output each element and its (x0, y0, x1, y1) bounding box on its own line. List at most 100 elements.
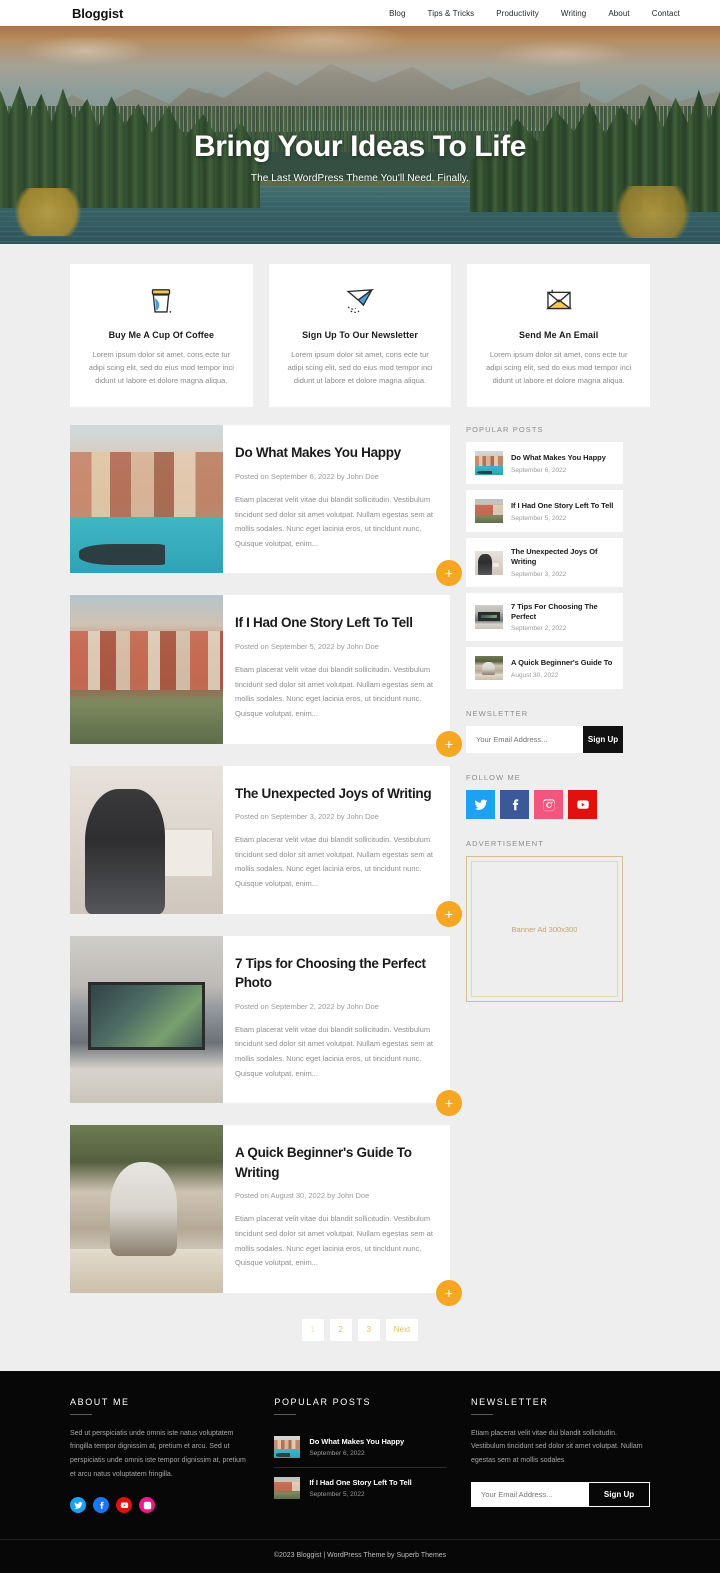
pagination-page-1[interactable]: 1 (301, 1318, 324, 1341)
feature-card-newsletter[interactable]: Sign Up To Our Newsletter Lorem ipsum do… (268, 264, 452, 408)
footer-email-input[interactable] (471, 1481, 588, 1507)
hillside-town-photo[interactable] (70, 595, 223, 744)
sidebar-popular-title[interactable]: If I Had One Story Left To Tell (511, 501, 613, 511)
hillside-town-photo (475, 499, 503, 524)
post-excerpt: Etiam placerat velit vitae dui blandit s… (235, 494, 434, 548)
sidebar-popular-date: September 2, 2022 (511, 625, 567, 633)
sidebar-popular-item[interactable]: A Quick Beginner's Guide To August 30, 2… (466, 647, 623, 690)
sidebar-popular-date: September 3, 2022 (511, 570, 567, 578)
sidebar-popular-title[interactable]: Do What Makes You Happy (511, 453, 606, 463)
sidebar-popular-title[interactable]: The Unexpected Joys Of Writing (511, 547, 614, 567)
sidebar-ad-heading: ADVERTISEMENT (466, 839, 544, 849)
nav-item-tips-tricks[interactable]: Tips & Tricks (428, 9, 475, 18)
woman-writing-laptop-photo[interactable] (70, 765, 223, 914)
footer-about-heading: ABOUT ME (70, 1396, 130, 1407)
feature-text: Lorem ipsum dolor sit amet, cons ecte tu… (287, 350, 433, 386)
post-title[interactable]: The Unexpected Joys of Writing (235, 784, 434, 804)
post-excerpt: Etiam placerat velit vitae dui blandit s… (235, 1214, 434, 1268)
read-more-plus-button[interactable]: + (436, 1279, 462, 1306)
instagram-icon[interactable] (139, 1497, 155, 1514)
post-card[interactable]: 7 Tips for Choosing the Perfect Photo Po… (70, 935, 462, 1117)
footer-popular-item[interactable]: If I Had One Story Left To Tell Septembe… (274, 1466, 447, 1508)
page-root: Bloggist Blog Tips & Tricks Productivity… (0, 0, 720, 1573)
nav-item-contact[interactable]: Contact (652, 9, 680, 18)
feature-card-coffee[interactable]: Buy Me A Cup Of Coffee Lorem ipsum dolor… (70, 264, 253, 408)
site-logo[interactable]: Bloggist (72, 6, 123, 21)
sidebar-popular-item[interactable]: 7 Tips For Choosing The Perfect Septembe… (466, 592, 623, 642)
post-card[interactable]: If I Had One Story Left To Tell Posted o… (70, 595, 462, 757)
footer-newsletter-text: Etiam placerat velit vitae dui blandit s… (471, 1429, 643, 1465)
sidebar-follow-widget: FOLLOW ME (466, 773, 623, 820)
pagination-next[interactable]: Next (385, 1318, 419, 1341)
footer-signup-button[interactable]: Sign Up (588, 1481, 650, 1507)
desk-monitor-photos-photo[interactable] (70, 935, 223, 1104)
banner-ad-placeholder[interactable]: Banner Ad 300x300 (466, 856, 623, 1003)
facebook-icon[interactable] (93, 1497, 109, 1514)
footer-popular-title[interactable]: Do What Makes You Happy (309, 1437, 404, 1446)
post-body: 7 Tips for Choosing the Perfect Photo Po… (223, 936, 450, 1104)
footer-popular-item[interactable]: Do What Makes You Happy September 6, 202… (274, 1427, 447, 1467)
twitter-icon[interactable] (70, 1497, 86, 1514)
main-content-area: Buy Me A Cup Of Coffee Lorem ipsum dolor… (0, 244, 720, 1371)
read-more-plus-button[interactable]: + (436, 900, 462, 927)
post-title[interactable]: 7 Tips for Choosing the Perfect Photo (235, 954, 434, 993)
sidebar-signup-button[interactable]: Sign Up (583, 726, 623, 754)
venice-canal-photo (475, 451, 503, 476)
post-title[interactable]: If I Had One Story Left To Tell (235, 613, 434, 633)
post-body: A Quick Beginner's Guide To Writing Post… (223, 1125, 450, 1293)
footer-heading-rule (471, 1413, 493, 1415)
facebook-icon[interactable] (500, 790, 529, 820)
hero-content: Bring Your Ideas To Life The Last WordPr… (0, 130, 720, 184)
nav-item-blog[interactable]: Blog (389, 9, 405, 18)
woman-writing-laptop-photo (475, 550, 503, 575)
footer-newsletter-widget: NEWSLETTER Etiam placerat velit vitae du… (471, 1397, 650, 1514)
sidebar-popular-title[interactable]: A Quick Beginner's Guide To (511, 658, 612, 668)
coffee-cup-icon (86, 282, 237, 318)
youtube-icon[interactable] (568, 790, 597, 820)
sidebar-popular-date: August 30, 2022 (511, 671, 559, 679)
content-container: Buy Me A Cup Of Coffee Lorem ipsum dolor… (70, 264, 651, 1371)
footer-copyright: ©2023 Bloggist | WordPress Theme by Supe… (0, 1539, 720, 1573)
post-meta: Posted on September 3, 2022 by John Doe (235, 812, 379, 822)
nav-item-productivity[interactable]: Productivity (496, 9, 539, 18)
post-title[interactable]: Do What Makes You Happy (235, 443, 434, 463)
person-writing-notebook-photo[interactable] (70, 1125, 223, 1293)
sidebar-popular-item[interactable]: If I Had One Story Left To Tell Septembe… (466, 490, 623, 533)
post-title[interactable]: A Quick Beginner's Guide To Writing (235, 1143, 434, 1182)
post-list: Do What Makes You Happy Posted on Septem… (70, 425, 462, 1314)
person-writing-notebook-photo (475, 656, 503, 681)
feature-title: Buy Me A Cup Of Coffee (108, 330, 215, 340)
sidebar-follow-heading: FOLLOW ME (466, 773, 521, 783)
post-card[interactable]: A Quick Beginner's Guide To Writing Post… (70, 1125, 462, 1306)
read-more-plus-button[interactable]: + (436, 730, 462, 757)
footer-heading-rule (274, 1413, 297, 1415)
post-body: If I Had One Story Left To Tell Posted o… (223, 595, 450, 743)
content-columns: Do What Makes You Happy Posted on Septem… (70, 425, 650, 1314)
nav-item-writing[interactable]: Writing (561, 9, 586, 18)
instagram-icon[interactable] (534, 790, 563, 820)
sidebar-social-links (466, 790, 623, 820)
sidebar-email-input[interactable] (466, 726, 583, 754)
banner-ad-label: Banner Ad 300x300 (511, 924, 578, 934)
twitter-icon[interactable] (466, 790, 495, 820)
hero-title: Bring Your Ideas To Life (193, 130, 527, 163)
read-more-plus-button[interactable]: + (436, 560, 462, 587)
post-card[interactable]: The Unexpected Joys of Writing Posted on… (70, 765, 462, 927)
nav-item-about[interactable]: About (608, 9, 629, 18)
post-meta: Posted on September 6, 2022 by John Doe (235, 471, 379, 481)
feature-card-email[interactable]: Send Me An Email Lorem ipsum dolor sit a… (467, 264, 651, 408)
sidebar-popular-item[interactable]: The Unexpected Joys Of Writing September… (466, 538, 623, 587)
pagination-page-3[interactable]: 3 (357, 1318, 380, 1341)
envelope-icon (483, 282, 634, 318)
footer-popular-title[interactable]: If I Had One Story Left To Tell (309, 1478, 411, 1487)
read-more-plus-button[interactable]: + (436, 1090, 462, 1117)
sidebar-popular-title[interactable]: 7 Tips For Choosing The Perfect (511, 602, 614, 622)
pagination-page-2[interactable]: 2 (329, 1318, 352, 1341)
post-card[interactable]: Do What Makes You Happy Posted on Septem… (70, 425, 462, 587)
hero-subtitle: The Last WordPress Theme You'll Need. Fi… (250, 173, 470, 184)
venice-canal-photo[interactable] (70, 425, 223, 574)
post-excerpt: Etiam placerat velit vitae dui blandit s… (235, 665, 434, 718)
feature-text: Lorem ipsum dolor sit amet, cons ecte tu… (486, 350, 632, 386)
sidebar-popular-item[interactable]: Do What Makes You Happy September 6, 202… (466, 442, 623, 485)
youtube-icon[interactable] (116, 1497, 132, 1514)
